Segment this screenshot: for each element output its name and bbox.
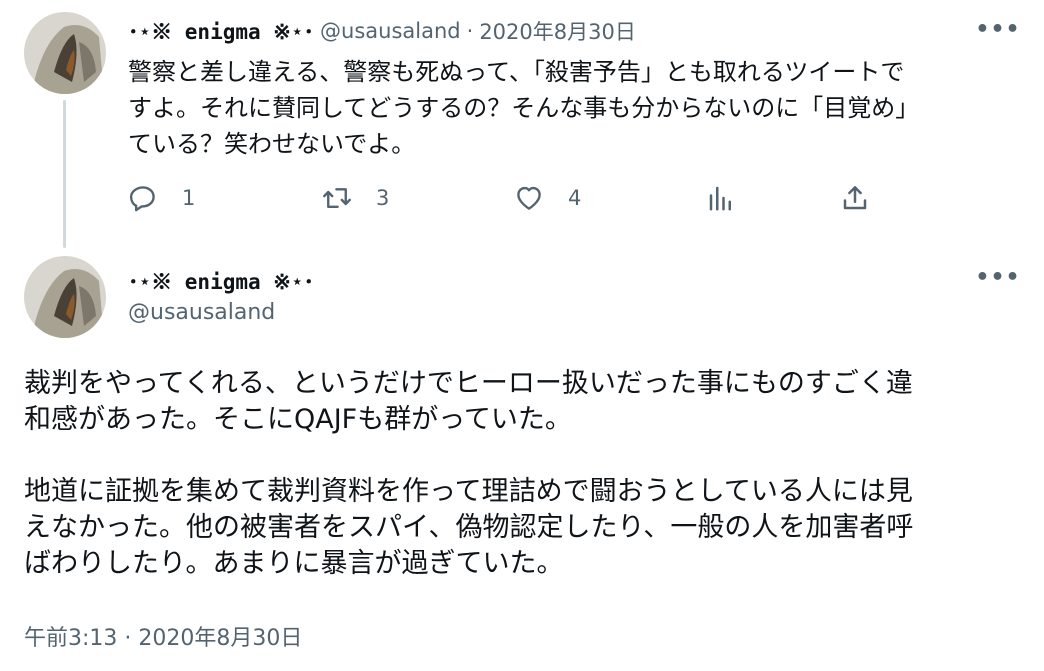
main-tweet-text: 裁判をやってくれる、というだけでヒーロー扱いだった事にものすごく違 和感があった…: [24, 366, 1024, 582]
analytics-button[interactable]: [706, 178, 736, 218]
share-icon: [843, 186, 867, 210]
share-button[interactable]: [840, 178, 870, 218]
avatar[interactable]: [24, 256, 106, 338]
reply-button[interactable]: 1: [128, 178, 195, 218]
retweet-button[interactable]: 3: [322, 178, 389, 218]
reply-count: 1: [182, 186, 196, 210]
tweet-date[interactable]: 2020年8月30日: [479, 16, 636, 46]
handle[interactable]: @usausaland: [320, 19, 461, 43]
reply-text: 警察と差し違える、警察も死ぬって、「殺害予告」とも取れるツイートで すよ。それに…: [128, 54, 1008, 162]
retweet-count: 3: [376, 186, 390, 210]
display-name[interactable]: ･⋆※ enigma ※⋆･: [128, 16, 314, 46]
text-line: ている？笑わせないでよ。: [128, 130, 416, 158]
more-options-button[interactable]: •••: [975, 262, 1019, 292]
text-line: 裁判をやってくれる、というだけでヒーロー扱いだった事にものすごく違: [24, 368, 913, 399]
handle[interactable]: @usausaland: [128, 300, 275, 325]
main-tweet-header: ･⋆※ enigma ※⋆･: [128, 264, 314, 298]
text-line: ばわりしたり。あまりに暴言が過ぎていた。: [24, 548, 564, 579]
display-name[interactable]: ･⋆※ enigma ※⋆･: [128, 266, 314, 296]
text-line: 警察と差し違える、警察も死ぬって、「殺害予告」とも取れるツイートで: [128, 58, 905, 86]
text-line: 和感があった。そこにQAJFも群がっていた。: [24, 404, 572, 435]
text-line: えなかった。他の被害者をスパイ、偽物認定したり、一般の人を加害者呼: [24, 512, 914, 543]
analytics-icon: [709, 186, 731, 211]
like-count: 4: [568, 186, 582, 210]
like-button[interactable]: 4: [514, 178, 581, 218]
text-line: 地道に証拠を集めて裁判資料を作って理詰めで闘おうとしている人には見: [24, 476, 913, 507]
like-icon: [517, 186, 541, 210]
tweet-timestamp[interactable]: 午前3:13 · 2020年8月30日: [24, 620, 302, 652]
reply-icon: [129, 186, 155, 212]
separator: ·: [466, 19, 474, 43]
avatar[interactable]: [24, 12, 106, 94]
retweet-icon: [323, 188, 351, 208]
reply-header: ･⋆※ enigma ※⋆･ @usausaland · 2020年8月30日: [128, 14, 636, 48]
more-options-button[interactable]: •••: [975, 14, 1019, 44]
action-bar: 1 3 4: [0, 178, 1044, 218]
text-line: すよ。それに賛同してどうするの？そんな事も分からないのに「目覚め」: [128, 94, 920, 122]
thread-connector-line: [63, 100, 66, 248]
